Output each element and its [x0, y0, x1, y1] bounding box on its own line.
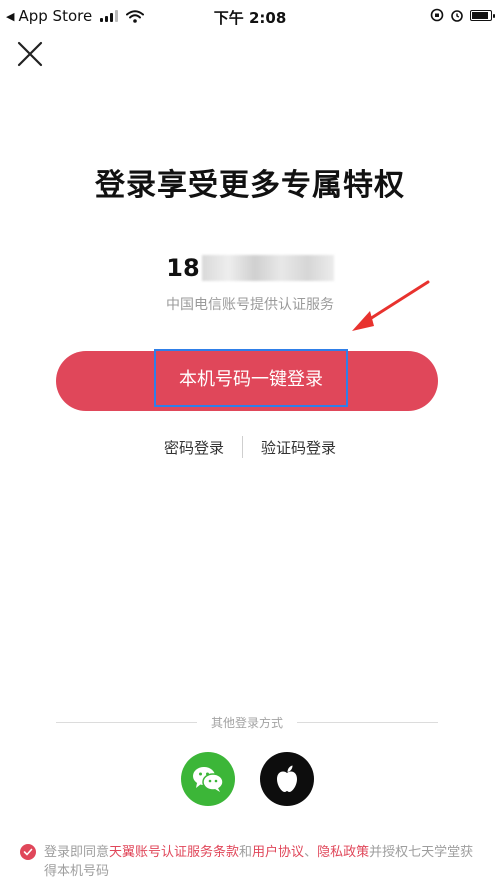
one-click-login-label: 本机号码一键登录 [154, 349, 348, 407]
code-login-link[interactable]: 验证码登录 [261, 437, 336, 458]
other-login-divider: 其他登录方式 [56, 714, 439, 731]
phone-number: 18 [166, 254, 200, 282]
status-bar: ◀ App Store 下午 2:08 [0, 0, 500, 30]
other-login-label: 其他登录方式 [211, 716, 284, 730]
privacy-policy-link[interactable]: 隐私政策 [317, 845, 369, 860]
annotation-arrow-icon [352, 280, 430, 331]
wechat-icon [193, 767, 224, 792]
user-agreement-link[interactable]: 用户协议 [252, 845, 304, 860]
wechat-login-button[interactable] [181, 752, 235, 806]
one-click-login-button[interactable]: 本机号码一键登录 [56, 349, 438, 411]
agreement: 登录即同意天翼账号认证服务条款和用户协议、隐私政策并授权七天学堂获得本机号码 [20, 843, 480, 881]
status-right [430, 8, 495, 22]
divider-line-right [297, 722, 439, 723]
page-title: 登录享受更多专属特权 [95, 168, 405, 203]
agreement-text: 登录即同意天翼账号认证服务条款和用户协议、隐私政策并授权七天学堂获得本机号码 [20, 843, 480, 881]
alternative-login-row: 密码登录 验证码登录 [0, 436, 500, 458]
apple-login-button[interactable] [260, 752, 314, 806]
alt-divider [242, 436, 243, 458]
alarm-icon [451, 10, 463, 22]
checkmark-icon [23, 848, 33, 856]
close-icon [17, 41, 43, 67]
phone-number-mask [201, 255, 334, 281]
divider-line-left [56, 722, 197, 723]
agreement-and: 和 [239, 845, 253, 860]
apple-icon [277, 765, 297, 792]
agreement-separator: 、 [304, 845, 318, 860]
password-login-link[interactable]: 密码登录 [164, 437, 224, 458]
agreement-prefix: 登录即同意 [44, 845, 110, 860]
orientation-lock-icon [430, 8, 444, 22]
tianyi-terms-link[interactable]: 天翼账号认证服务条款 [109, 845, 239, 860]
status-time: 下午 2:08 [213, 9, 287, 27]
close-button[interactable] [14, 38, 46, 70]
battery-icon [470, 9, 495, 21]
agree-checkbox[interactable] [20, 844, 36, 860]
